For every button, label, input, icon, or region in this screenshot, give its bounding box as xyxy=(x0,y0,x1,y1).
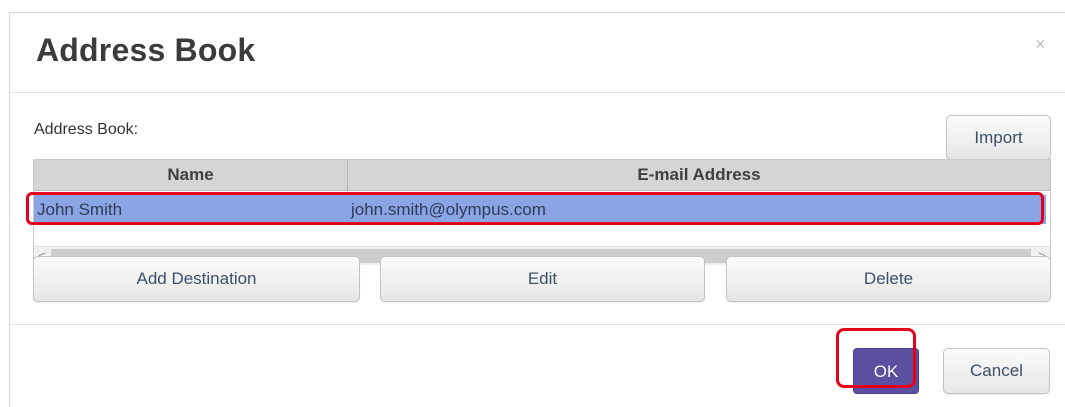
add-destination-button[interactable]: Add Destination xyxy=(33,256,360,302)
footer-divider xyxy=(10,324,1065,325)
header-divider xyxy=(10,92,1065,93)
address-book-dialog: Address Book × Address Book: Import Name… xyxy=(9,12,1065,407)
ok-button[interactable]: OK xyxy=(853,348,919,394)
edit-button[interactable]: Edit xyxy=(380,256,705,302)
column-header-email[interactable]: E-mail Address xyxy=(348,160,1050,190)
table-header: Name E-mail Address xyxy=(34,160,1050,191)
address-book-label: Address Book: xyxy=(34,121,139,138)
address-table: Name E-mail Address John Smith john.smit… xyxy=(33,159,1051,265)
cancel-button[interactable]: Cancel xyxy=(943,348,1050,394)
row-email-cell: john.smith@olympus.com xyxy=(351,200,546,219)
row-name-cell: John Smith xyxy=(37,200,123,219)
column-header-name[interactable]: Name xyxy=(34,160,348,190)
import-button[interactable]: Import xyxy=(946,115,1051,160)
table-row[interactable]: John Smith john.smith@olympus.com xyxy=(34,195,1046,224)
delete-button[interactable]: Delete xyxy=(726,256,1051,302)
close-icon[interactable]: × xyxy=(1035,35,1046,53)
dialog-title: Address Book xyxy=(36,32,256,68)
